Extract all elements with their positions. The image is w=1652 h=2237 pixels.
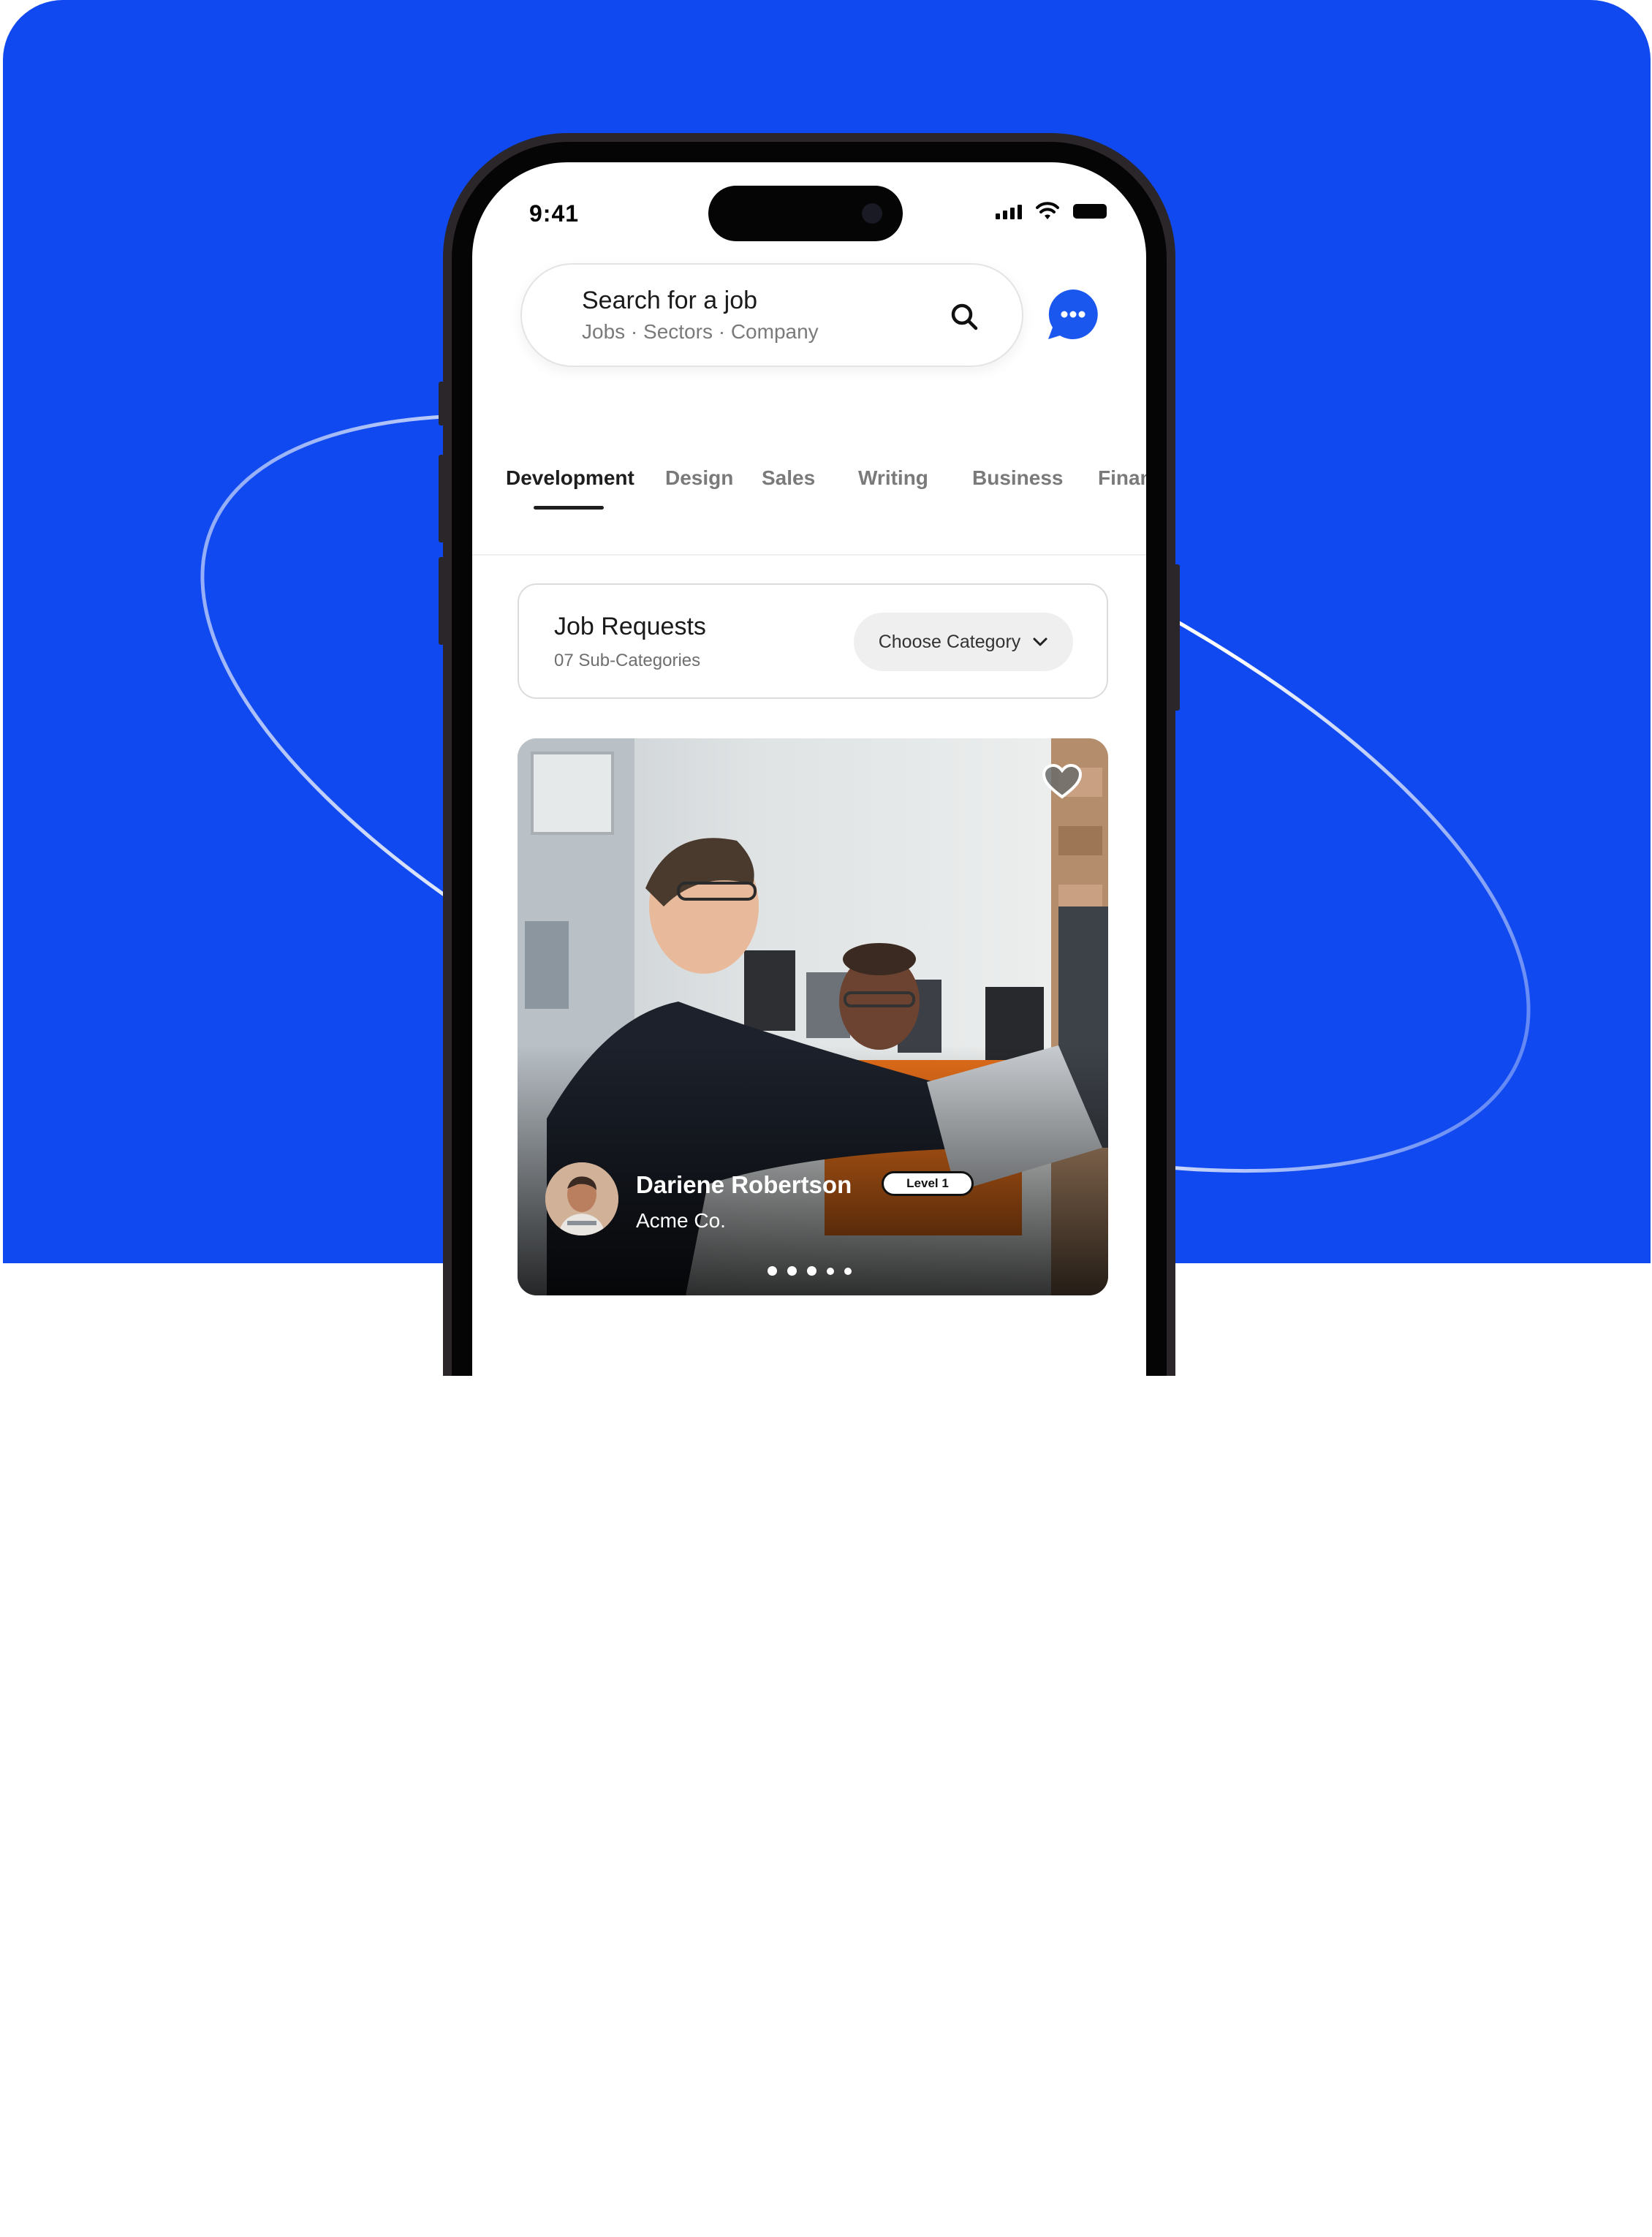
wifi-icon xyxy=(1036,202,1059,219)
phone-volume-down xyxy=(439,557,444,645)
phone-mockup: 9:41 Search for a job Jobs · Sectors · C… xyxy=(439,133,1180,1376)
carousel-dot[interactable] xyxy=(768,1266,777,1276)
phone-frame: 9:41 Search for a job Jobs · Sectors · C… xyxy=(452,142,1167,1376)
chevron-down-icon xyxy=(1033,637,1047,646)
carousel-dot[interactable] xyxy=(827,1267,834,1275)
phone-side-button xyxy=(439,382,444,425)
search-input[interactable]: Search for a job Jobs · Sectors · Compan… xyxy=(520,263,1023,367)
tab-business[interactable]: Business xyxy=(972,466,1064,490)
battery-icon xyxy=(1073,204,1107,219)
search-icon[interactable] xyxy=(949,301,980,332)
job-requests-card: Job Requests 07 Sub-Categories Choose Ca… xyxy=(518,583,1108,699)
choose-category-dropdown[interactable]: Choose Category xyxy=(854,613,1073,671)
carousel-dot[interactable] xyxy=(787,1266,797,1276)
level-badge: Level 1 xyxy=(882,1171,974,1196)
app-screen: 9:41 Search for a job Jobs · Sectors · C… xyxy=(472,162,1146,1376)
person-name: Dariene Robertson xyxy=(636,1171,852,1198)
job-requests-title: Job Requests xyxy=(554,613,706,640)
status-time: 9:41 xyxy=(529,200,580,227)
phone-volume-up xyxy=(439,455,444,542)
job-requests-subtitle: 07 Sub-Categories xyxy=(554,651,701,670)
tab-finance[interactable]: Finan xyxy=(1098,466,1146,490)
tab-design[interactable]: Design xyxy=(665,466,733,490)
category-tabs: Development Design Sales Writing Busines… xyxy=(472,455,1146,556)
search-title: Search for a job xyxy=(582,287,758,314)
phone-power-button xyxy=(1174,564,1180,711)
avatar xyxy=(545,1162,618,1235)
status-icons xyxy=(996,202,1107,221)
search-subtitle: Jobs · Sectors · Company xyxy=(582,320,819,343)
carousel-indicator xyxy=(768,1266,852,1276)
dynamic-island xyxy=(708,186,903,241)
heart-icon[interactable] xyxy=(1041,763,1083,800)
company-name: Acme Co. xyxy=(636,1209,726,1232)
signal-icon xyxy=(996,203,1022,219)
active-tab-indicator xyxy=(534,506,604,510)
chat-icon[interactable] xyxy=(1045,287,1101,342)
front-camera xyxy=(862,203,882,224)
carousel-dot[interactable] xyxy=(807,1266,816,1276)
tab-writing[interactable]: Writing xyxy=(858,466,928,490)
featured-job-card[interactable]: Dariene Robertson Level 1 Acme Co. xyxy=(518,738,1108,1295)
tab-sales[interactable]: Sales xyxy=(762,466,815,490)
choose-category-label: Choose Category xyxy=(878,631,1021,652)
tab-development[interactable]: Development xyxy=(506,466,634,490)
carousel-dot[interactable] xyxy=(844,1267,852,1275)
